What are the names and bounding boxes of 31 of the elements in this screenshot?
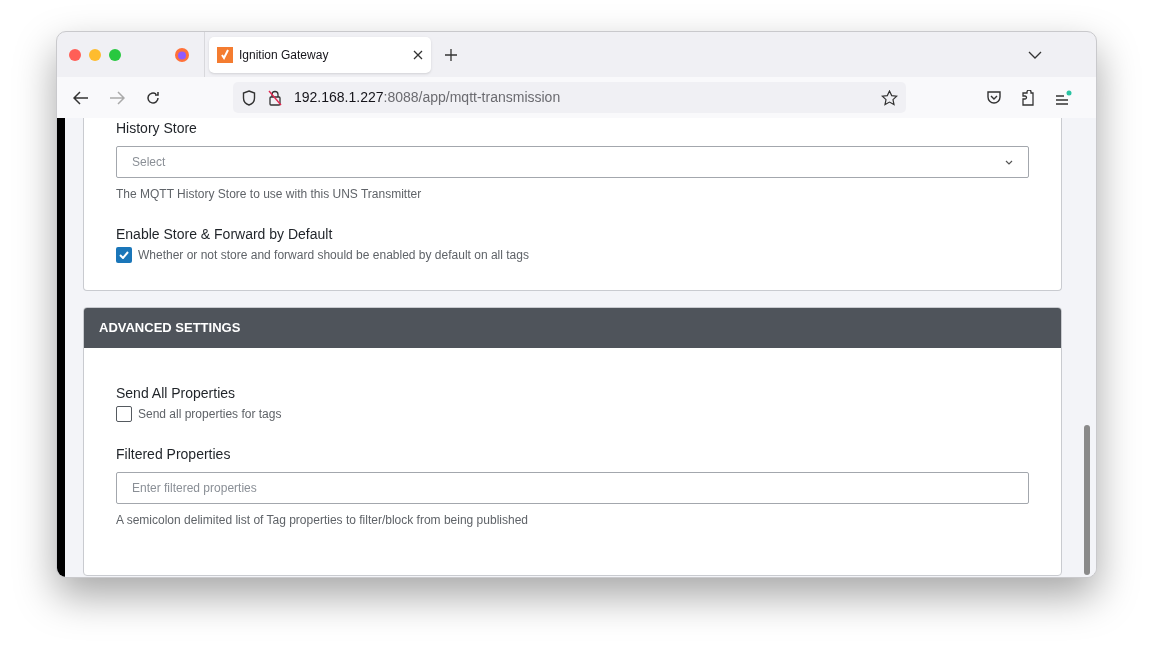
checkbox[interactable] [116,247,132,263]
back-icon[interactable] [73,90,89,105]
close-tab-icon[interactable] [413,49,423,60]
field-label: Send All Properties [116,384,237,402]
pocket-icon[interactable] [986,90,1002,105]
checkbox[interactable] [116,406,132,422]
browser-logo-icon[interactable] [174,46,190,63]
chevron-down-icon[interactable] [1005,159,1013,165]
new-tab-icon[interactable] [445,48,457,61]
extensions-icon[interactable] [1020,89,1036,106]
checkbox-label: Whether or not store and forward should be enabled by default on all tags [138,247,529,264]
field-label: Enable Store & Forward by Default [116,225,334,243]
address-bar[interactable]: 192.168.1.227:8088/app/mqtt-transmission [233,82,906,113]
help-text: The MQTT History Store to use with this UNS Transmitter [116,186,423,203]
chevron-down-icon[interactable] [1028,50,1042,59]
shield-icon[interactable] [242,89,256,106]
field-label: History Store [116,119,198,137]
browser-tab[interactable]: Ignition Gateway [209,36,431,73]
scrollbar-thumb[interactable] [1084,425,1090,575]
reload-icon[interactable] [145,89,161,106]
field-label: Filtered Properties [116,445,232,463]
bookmark-star-icon[interactable] [881,89,898,106]
close-window-button[interactable] [69,48,81,61]
insecure-lock-icon[interactable] [268,89,282,106]
url-text[interactable]: 192.168.1.227:8088/app/mqtt-transmission [294,87,561,108]
checkmark-icon [119,251,129,259]
checkbox-label: Send all properties for tags [138,406,282,423]
site-logo-icon [217,46,233,63]
menu-icon[interactable] [1054,89,1072,106]
help-text: A semicolon delimited list of Tag properties to filter/block from being published [116,512,529,529]
section-header: ADVANCED SETTINGS [84,308,1061,348]
